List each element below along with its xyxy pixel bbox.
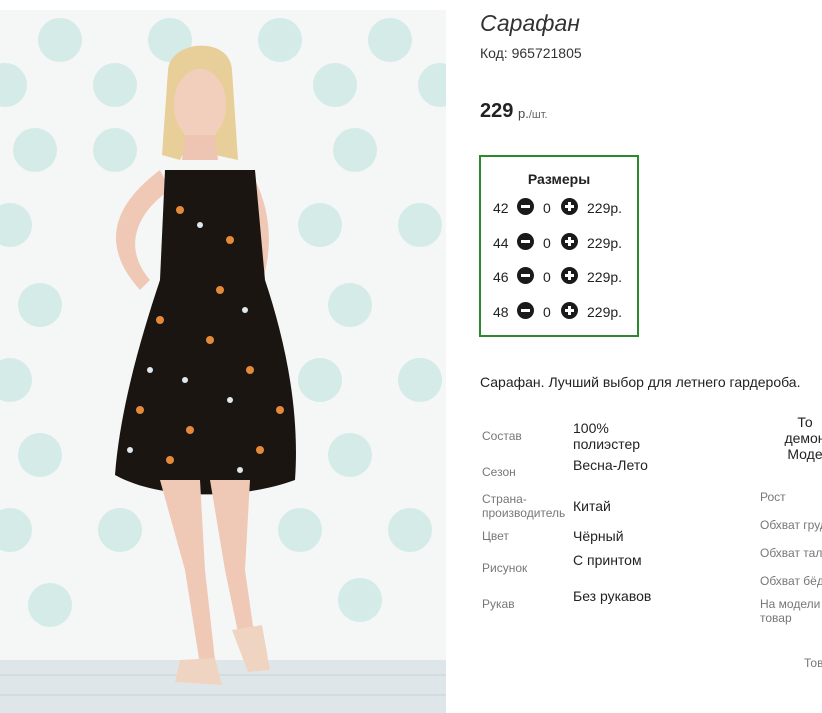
sizes-title: Размеры xyxy=(527,171,591,187)
plus-circle-icon[interactable] xyxy=(561,233,578,250)
size-label: 44 xyxy=(493,235,509,251)
size-price: 229р. xyxy=(587,304,623,320)
model-heading-line2: демон xyxy=(784,430,822,446)
model-wearing-line2: товар xyxy=(760,611,792,625)
attr-value-pattern: С принтом xyxy=(573,552,642,568)
size-quantity: 0 xyxy=(543,269,551,285)
model-wearing-label: На модели товар xyxy=(760,597,820,625)
model-hips-label: Обхват бёд xyxy=(760,574,822,588)
attr-value-sleeve: Без рукавов xyxy=(573,588,652,604)
product-description: Сарафан. Лучший выбор для летнего гардер… xyxy=(480,374,801,390)
size-quantity: 0 xyxy=(543,235,551,251)
attr-label-pattern: Рисунок xyxy=(482,561,528,575)
attr-label-country-line2: производитель xyxy=(482,506,566,520)
attr-label-sleeve: Рукав xyxy=(482,597,515,611)
model-heading: То демон Моде xyxy=(770,414,822,462)
model-height-label: Рост xyxy=(760,490,786,504)
plus-circle-icon[interactable] xyxy=(561,302,578,319)
size-row: 46 0 229р. xyxy=(481,266,637,288)
product-price: 229 xyxy=(480,100,514,122)
price-currency: р. xyxy=(518,106,529,121)
attr-label-color: Цвет xyxy=(482,529,509,543)
plus-circle-icon[interactable] xyxy=(561,267,578,284)
model-footer-label: Тов xyxy=(804,656,822,670)
minus-circle-icon[interactable] xyxy=(517,267,534,284)
size-quantity: 0 xyxy=(543,200,551,216)
product-code: Код: 965721805 xyxy=(480,45,582,61)
model-heading-line1: То xyxy=(797,414,813,430)
attr-value-composition: 100% полиэстер xyxy=(573,420,641,452)
size-price: 229р. xyxy=(587,200,623,216)
product-title: Сарафан xyxy=(480,10,580,36)
size-row: 42 0 229р. xyxy=(481,197,637,219)
minus-circle-icon[interactable] xyxy=(517,198,534,215)
size-row: 48 0 229р. xyxy=(481,301,637,323)
product-photo[interactable] xyxy=(0,10,446,713)
model-wearing-line1: На модели xyxy=(760,597,821,611)
attr-label-composition: Состав xyxy=(482,429,522,443)
size-quantity: 0 xyxy=(543,304,551,320)
attr-label-season: Сезон xyxy=(482,465,516,479)
minus-circle-icon[interactable] xyxy=(517,233,534,250)
attr-value-color: Чёрный xyxy=(573,528,624,544)
size-label: 46 xyxy=(493,269,509,285)
product-image xyxy=(0,10,446,713)
price-per-unit: /шт. xyxy=(528,109,548,121)
model-heading-line3: Моде xyxy=(787,446,822,462)
minus-circle-icon[interactable] xyxy=(517,302,534,319)
size-row: 44 0 229р. xyxy=(481,232,637,254)
size-label: 42 xyxy=(493,200,509,216)
sizes-panel: Размеры 42 0 229р. 44 0 229р. 46 0 229р.… xyxy=(479,155,639,337)
model-waist-label: Обхват тал xyxy=(760,546,822,560)
attr-value-country: Китай xyxy=(573,498,611,514)
price-unit: р./шт. xyxy=(518,106,548,121)
attr-label-country: Страна- производитель xyxy=(482,492,565,520)
attr-value-season: Весна-Лето xyxy=(573,457,648,473)
plus-circle-icon[interactable] xyxy=(561,198,578,215)
size-price: 229р. xyxy=(587,269,623,285)
attr-label-country-line1: Страна- xyxy=(482,492,527,506)
size-price: 229р. xyxy=(587,235,623,251)
model-chest-label: Обхват груд xyxy=(760,518,822,532)
size-label: 48 xyxy=(493,304,509,320)
